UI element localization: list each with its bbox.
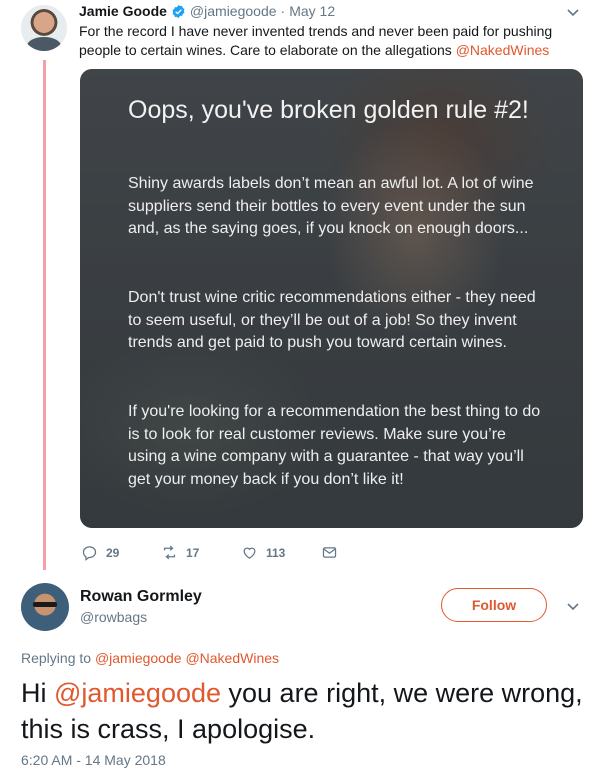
avatar-shirt [27,37,61,51]
tweet-text-prefix: Hi [21,678,54,708]
heart-icon [243,547,256,559]
author-handle[interactable]: @rowbags [80,609,147,625]
like-count: 113 [266,545,286,560]
avatar[interactable] [21,583,69,631]
mention-link[interactable]: @jamiegoode [54,678,221,708]
tweet-date[interactable]: May 12 [289,3,335,19]
chevron-down-icon[interactable] [565,598,581,614]
media-title: Oops, you've broken golden rule #2! [128,96,529,124]
tweet-header: Jamie Goode @jamiegoode · May 12 [79,3,335,19]
separator-dot: · [280,3,286,19]
author-name[interactable]: Jamie Goode [79,3,167,19]
retweet-count: 17 [186,545,200,560]
media-paragraph-2: Don't trust wine critic recommendations … [128,289,536,351]
tweet-text: Hi @jamiegoode you are right, we were wr… [21,675,601,747]
tweet-timestamp[interactable]: 6:20 AM - 14 May 2018 [21,752,166,768]
media-paragraph-3: If you're looking for a recommendation t… [128,403,541,488]
follow-button[interactable]: Follow [441,588,547,622]
author-handle[interactable]: @jamiegoode [190,3,277,19]
reply-button[interactable]: 29 [81,544,161,561]
author-name[interactable]: Rowan Gormley [80,588,202,606]
avatar-glasses [33,602,57,607]
reply-count: 29 [106,545,120,560]
tweet-actions: 29 17 113 [81,544,338,561]
like-button[interactable]: 113 [241,544,321,561]
replying-to: Replying to @jamiegoode @NakedWines [21,650,279,666]
retweet-icon [163,545,176,560]
tweet-media-image[interactable]: Oops, you've broken golden rule #2! Shin… [80,69,583,528]
direct-message-button[interactable] [321,544,338,561]
chevron-down-icon[interactable] [565,4,581,20]
mention-link[interactable]: @NakedWines [185,650,279,666]
retweet-button[interactable]: 17 [161,544,241,561]
tweet-text: For the record I have never invented tre… [79,22,584,60]
mention-link[interactable]: @jamiegoode [95,650,182,666]
avatar[interactable] [21,5,67,51]
verified-badge-icon [172,4,185,18]
envelope-icon [322,547,337,558]
media-paragraph-1: Shiny awards labels don’t mean an awful … [128,175,534,237]
mention-link[interactable]: @NakedWines [456,42,550,58]
thread-connector-line [43,60,46,570]
reply-icon [82,546,97,561]
replying-label: Replying to [21,650,92,666]
